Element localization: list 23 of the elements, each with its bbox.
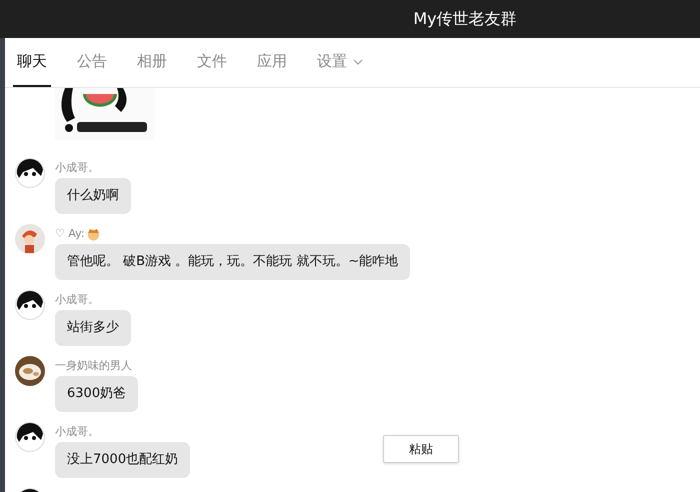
tab[interactable]: 应用 — [253, 38, 291, 87]
message-bubble: 管他呢。 破B游戏 。能玩，玩。不能玩 就不玩。~能咋地 — [55, 244, 410, 280]
message-bubble: 站街多少 — [55, 310, 131, 346]
tab[interactable]: 公告 — [73, 38, 111, 87]
sender-name: 一身奶味的男人 — [55, 358, 132, 374]
sender-name: 小成哥。 — [55, 160, 99, 176]
tab[interactable]: 文件 — [193, 38, 231, 87]
message-bubble: 6300奶爸 — [55, 376, 138, 412]
tab[interactable]: 相册 — [133, 38, 171, 87]
tab[interactable]: 聊天 — [13, 38, 51, 87]
menu-item[interactable]: 粘贴 — [384, 436, 458, 462]
sender-name: ♡ Ay: — [55, 226, 85, 242]
tab[interactable]: 设置 — [313, 38, 367, 87]
window-title: My传世老友群 — [413, 8, 517, 30]
avatar-icon — [15, 158, 45, 188]
avatar-icon — [15, 290, 45, 320]
message-bubble: 没上7000也配红奶 — [55, 442, 190, 478]
avatar-icon — [15, 356, 45, 386]
message-bubble: 什么奶啊 — [55, 178, 131, 214]
avatar-icon — [15, 224, 45, 254]
sender-name: 小成哥。 — [55, 292, 99, 308]
avatar-icon — [15, 422, 45, 452]
sender-name: 小成哥。 — [55, 424, 99, 440]
